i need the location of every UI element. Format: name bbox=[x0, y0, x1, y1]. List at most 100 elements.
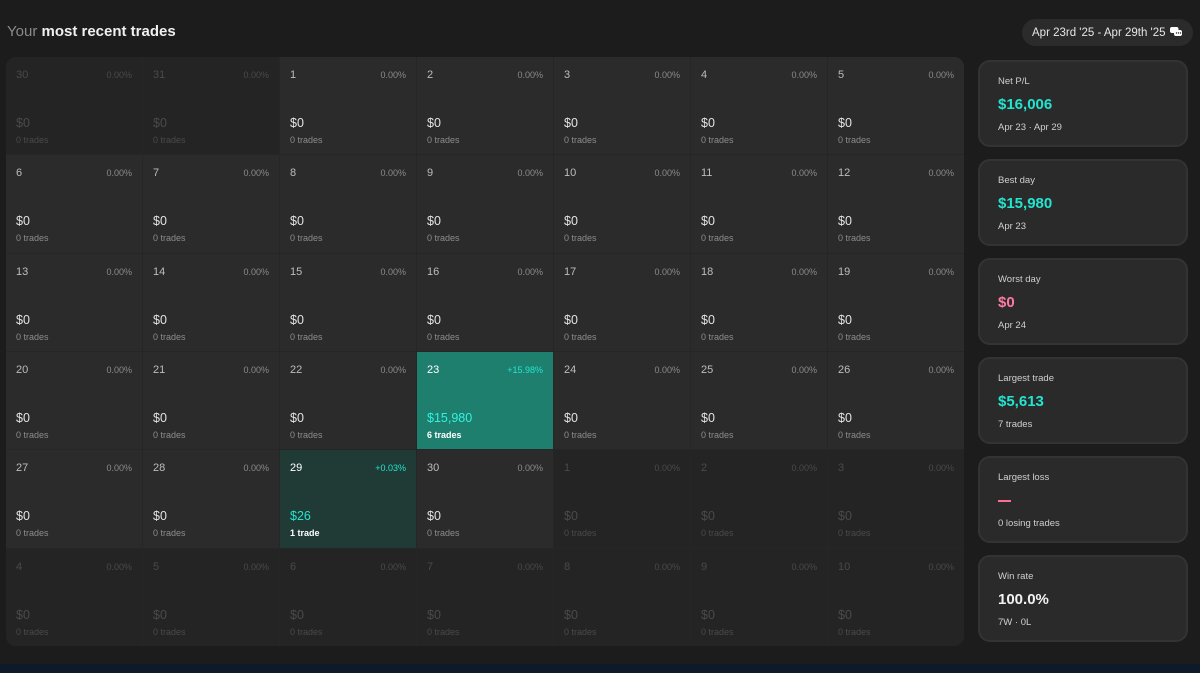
calendar-day-cell[interactable]: 6 0.00% $0 0 trades bbox=[280, 548, 416, 646]
calendar-day-cell[interactable]: 5 0.00% $0 0 trades bbox=[828, 57, 964, 155]
day-trade-count: 0 trades bbox=[701, 135, 734, 145]
stat-value: 100.0% bbox=[998, 591, 1049, 608]
calendar-day-cell[interactable]: 3 0.00% $0 0 trades bbox=[828, 450, 964, 548]
calendar-day-cell[interactable]: 7 0.00% $0 0 trades bbox=[143, 155, 279, 253]
calendar-day-cell[interactable]: 12 0.00% $0 0 trades bbox=[828, 155, 964, 253]
day-amount: $0 bbox=[838, 509, 852, 524]
calendar-day-cell[interactable]: 8 0.00% $0 0 trades bbox=[280, 155, 416, 253]
calendar-day-cell[interactable]: 5 0.00% $0 0 trades bbox=[143, 548, 279, 646]
calendar-day-cell[interactable]: 19 0.00% $0 0 trades bbox=[828, 253, 964, 351]
stat-label: Worst day bbox=[998, 274, 1041, 285]
calendar-day-cell[interactable]: 30 0.00% $0 0 trades bbox=[417, 450, 553, 548]
day-percent: 0.00% bbox=[517, 168, 543, 179]
day-amount: $0 bbox=[16, 509, 30, 524]
day-amount: $0 bbox=[838, 312, 852, 327]
calendar-day-cell[interactable]: 25 0.00% $0 0 trades bbox=[691, 352, 827, 450]
calendar-day-cell[interactable]: 14 0.00% $0 0 trades bbox=[143, 253, 279, 351]
day-number: 22 bbox=[290, 364, 303, 376]
day-amount: $0 bbox=[701, 116, 715, 130]
calendar-day-cell[interactable]: 31 0.00% $0 0 trades bbox=[143, 57, 279, 155]
stat-card: Largest trade $5,613 7 trades bbox=[978, 357, 1188, 444]
day-percent: 0.00% bbox=[791, 168, 817, 179]
calendar-day-cell[interactable]: 2 0.00% $0 0 trades bbox=[417, 57, 553, 155]
calendar-day-cell[interactable]: 1 0.00% $0 0 trades bbox=[554, 450, 690, 548]
day-amount: $0 bbox=[564, 116, 578, 130]
calendar-day-cell[interactable]: 10 0.00% $0 0 trades bbox=[554, 155, 690, 253]
day-amount: $0 bbox=[16, 214, 30, 229]
day-trade-count: 0 trades bbox=[16, 331, 49, 342]
day-amount: $0 bbox=[153, 607, 167, 622]
calendar-day-cell[interactable]: 15 0.00% $0 0 trades bbox=[280, 253, 416, 351]
calendar-day-cell[interactable]: 18 0.00% $0 0 trades bbox=[691, 253, 827, 351]
day-trade-count: 0 trades bbox=[701, 430, 734, 440]
day-amount: $0 bbox=[838, 214, 852, 229]
calendar-day-cell[interactable]: 28 0.00% $0 0 trades bbox=[143, 450, 279, 548]
calendar-day-cell[interactable]: 10 0.00% $0 0 trades bbox=[828, 548, 964, 646]
calendar-day-cell[interactable]: 13 0.00% $0 0 trades bbox=[6, 253, 142, 351]
calendar-day-cell[interactable]: 17 0.00% $0 0 trades bbox=[554, 253, 690, 351]
day-trade-count: 0 trades bbox=[701, 233, 734, 244]
calendar-day-cell[interactable]: 2 0.00% $0 0 trades bbox=[691, 450, 827, 548]
day-number: 5 bbox=[153, 560, 160, 573]
day-number: 31 bbox=[153, 69, 166, 81]
calendar-day-cell[interactable]: 6 0.00% $0 0 trades bbox=[6, 155, 142, 253]
day-number: 19 bbox=[838, 265, 851, 278]
day-number: 25 bbox=[701, 364, 714, 376]
day-percent: 0.00% bbox=[380, 561, 406, 572]
day-percent: 0.00% bbox=[654, 561, 680, 572]
calendar-day-cell[interactable]: 26 0.00% $0 0 trades bbox=[828, 352, 964, 450]
calendar-day-cell[interactable]: 27 0.00% $0 0 trades bbox=[6, 450, 142, 548]
calendar-day-cell[interactable]: 21 0.00% $0 0 trades bbox=[143, 352, 279, 450]
calendar-day-cell[interactable]: 8 0.00% $0 0 trades bbox=[554, 548, 690, 646]
day-percent: 0.00% bbox=[791, 561, 817, 572]
day-trade-count: 0 trades bbox=[838, 331, 871, 342]
calendar-day-cell[interactable]: 9 0.00% $0 0 trades bbox=[417, 155, 553, 253]
calendar-day-cell[interactable]: 30 0.00% $0 0 trades bbox=[6, 57, 142, 155]
day-percent: 0.00% bbox=[654, 365, 680, 375]
day-number: 5 bbox=[838, 69, 845, 81]
calendar-day-cell[interactable]: 7 0.00% $0 0 trades bbox=[417, 548, 553, 646]
day-amount: $0 bbox=[701, 509, 715, 524]
day-percent: 0.00% bbox=[380, 266, 406, 277]
day-trade-count: 0 trades bbox=[153, 233, 186, 244]
stat-card: Best day $15,980 Apr 23 bbox=[978, 159, 1188, 246]
calendar-day-cell[interactable]: 29 +0.03% $26 1 trade bbox=[280, 450, 416, 548]
day-number: 6 bbox=[16, 167, 23, 180]
day-amount: $0 bbox=[701, 411, 715, 425]
date-range-button[interactable]: Apr 23rd '25 - Apr 29th '25 bbox=[1022, 19, 1193, 46]
day-amount: $0 bbox=[564, 312, 578, 327]
header: Your most recent trades Apr 23rd '25 - A… bbox=[0, 0, 1200, 58]
day-amount: $0 bbox=[290, 214, 304, 229]
day-trade-count: 0 trades bbox=[16, 135, 49, 145]
calendar-day-cell[interactable]: 1 0.00% $0 0 trades bbox=[280, 57, 416, 155]
calendar-day-cell[interactable]: 4 0.00% $0 0 trades bbox=[691, 57, 827, 155]
day-percent: 0.00% bbox=[106, 70, 132, 80]
day-trade-count: 0 trades bbox=[153, 135, 186, 145]
calendar-chat-icon bbox=[1169, 26, 1183, 38]
day-number: 1 bbox=[290, 69, 297, 81]
day-number: 8 bbox=[564, 560, 571, 573]
calendar-day-cell[interactable]: 20 0.00% $0 0 trades bbox=[6, 352, 142, 450]
day-percent: 0.00% bbox=[928, 463, 954, 474]
day-amount: $0 bbox=[427, 607, 441, 622]
day-number: 2 bbox=[427, 69, 434, 81]
day-percent: +0.03% bbox=[375, 463, 406, 474]
day-amount: $0 bbox=[153, 411, 167, 425]
day-percent: 0.00% bbox=[928, 266, 954, 277]
calendar-day-cell[interactable]: 11 0.00% $0 0 trades bbox=[691, 155, 827, 253]
bottom-bar bbox=[0, 664, 1200, 673]
calendar-day-cell[interactable]: 9 0.00% $0 0 trades bbox=[691, 548, 827, 646]
day-number: 15 bbox=[290, 265, 303, 278]
day-percent: 0.00% bbox=[654, 168, 680, 179]
stat-subtext: 7W · 0L bbox=[998, 617, 1032, 628]
calendar-day-cell[interactable]: 24 0.00% $0 0 trades bbox=[554, 352, 690, 450]
calendar-day-cell[interactable]: 22 0.00% $0 0 trades bbox=[280, 352, 416, 450]
day-percent: 0.00% bbox=[654, 266, 680, 277]
day-percent: 0.00% bbox=[517, 70, 543, 80]
calendar-day-cell[interactable]: 4 0.00% $0 0 trades bbox=[6, 548, 142, 646]
calendar-day-cell[interactable]: 23 +15.98% $15,980 6 trades bbox=[417, 352, 553, 450]
calendar-day-cell[interactable]: 16 0.00% $0 0 trades bbox=[417, 253, 553, 351]
day-number: 30 bbox=[16, 69, 29, 81]
calendar-day-cell[interactable]: 3 0.00% $0 0 trades bbox=[554, 57, 690, 155]
day-amount: $0 bbox=[16, 312, 30, 327]
